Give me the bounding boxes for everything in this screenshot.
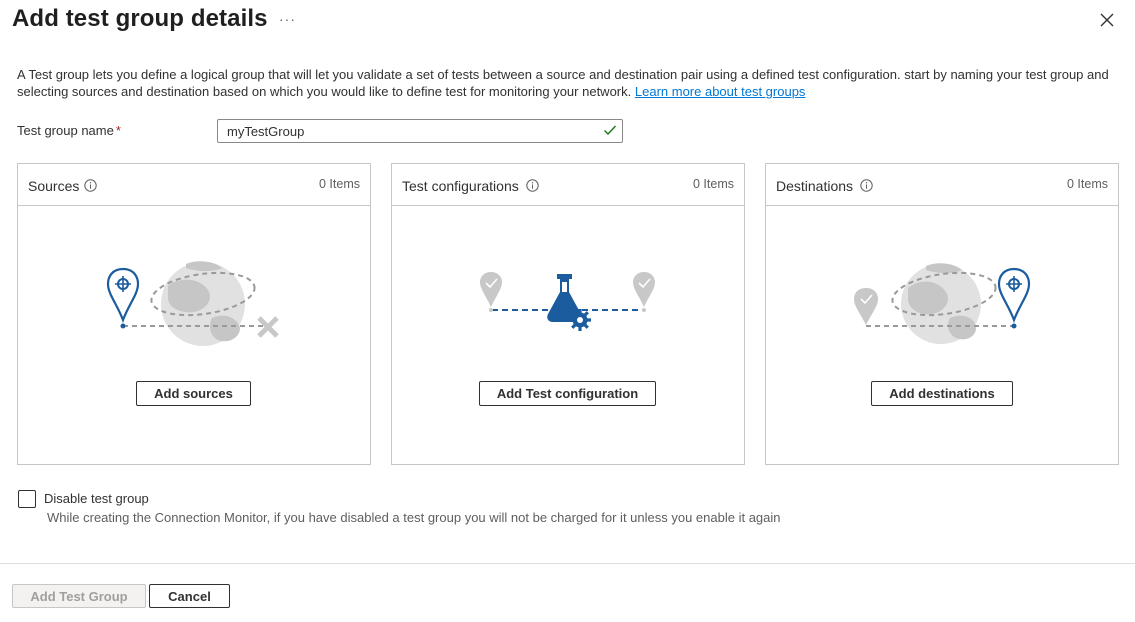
panel-title: Add test group details	[12, 5, 268, 32]
test-configurations-illustration	[480, 272, 655, 331]
test-configurations-title: Test configurations	[402, 178, 519, 194]
sources-count: 0 Items	[319, 177, 360, 191]
destinations-panel: Destinations 0 Items Add destinations	[765, 163, 1119, 465]
add-test-group-button[interactable]: Add Test Group	[12, 584, 146, 608]
location-pin-icon	[106, 267, 140, 329]
location-pin-icon	[997, 267, 1031, 329]
sources-panel-header: Sources 0 Items	[18, 164, 370, 206]
test-group-name-label: Test group name *	[17, 123, 121, 138]
sources-panel: Sources 0 Items Add sources	[17, 163, 371, 465]
add-test-configuration-button[interactable]: Add Test configuration	[479, 381, 656, 406]
check-icon	[604, 125, 617, 136]
destinations-title: Destinations	[776, 178, 854, 194]
disable-test-group-label[interactable]: Disable test group	[44, 491, 149, 506]
learn-more-link[interactable]: Learn more about test groups	[635, 84, 806, 99]
globe-icon	[150, 261, 256, 346]
test-group-name-input[interactable]	[217, 119, 623, 143]
disable-test-group-checkbox[interactable]	[18, 490, 36, 508]
destinations-illustration	[854, 263, 1031, 344]
info-icon[interactable]	[860, 179, 873, 192]
location-pin-icon	[854, 288, 878, 325]
add-destinations-button[interactable]: Add destinations	[871, 381, 1013, 406]
description-text: A Test group lets you define a logical g…	[17, 67, 1109, 99]
info-icon[interactable]	[84, 179, 97, 192]
cancel-button[interactable]: Cancel	[149, 584, 230, 608]
test-configurations-count: 0 Items	[693, 177, 734, 191]
description: A Test group lets you define a logical g…	[17, 66, 1122, 100]
required-marker: *	[115, 123, 121, 138]
globe-icon	[891, 263, 997, 344]
test-configurations-panel-header: Test configurations 0 Items	[392, 164, 744, 206]
test-configurations-panel: Test configurations 0 Items Add Test con…	[391, 163, 745, 465]
gear-icon	[569, 309, 591, 331]
location-pin-icon	[480, 272, 502, 312]
location-pin-icon	[633, 272, 655, 312]
destinations-count: 0 Items	[1067, 177, 1108, 191]
disable-test-group-help: While creating the Connection Monitor, i…	[47, 510, 781, 525]
sources-illustration	[106, 261, 279, 346]
test-group-name-label-text: Test group name	[17, 123, 114, 138]
sources-title: Sources	[28, 178, 80, 194]
footer-divider	[0, 563, 1135, 564]
more-options-icon[interactable]: ···	[279, 11, 296, 27]
add-sources-button[interactable]: Add sources	[136, 381, 251, 406]
destinations-panel-header: Destinations 0 Items	[766, 164, 1118, 206]
close-icon[interactable]	[1098, 11, 1116, 29]
info-icon[interactable]	[526, 179, 539, 192]
